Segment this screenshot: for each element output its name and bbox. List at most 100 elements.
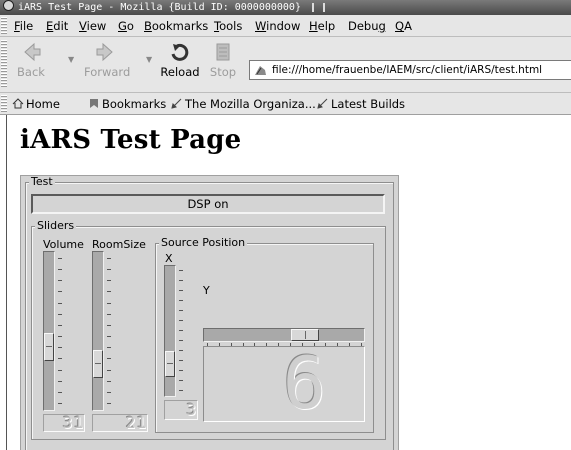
x-slider-tick bbox=[179, 310, 183, 311]
menu-go-label-part: o bbox=[126, 19, 134, 33]
volume-slider[interactable] bbox=[43, 251, 55, 411]
menu-file[interactable]: File bbox=[14, 19, 33, 33]
roomsize-slider-tick bbox=[107, 280, 111, 281]
bookmarks-button[interactable]: Bookmarks bbox=[88, 97, 166, 111]
bookmark-mozilla-org-label: The Mozilla Organiza... bbox=[185, 97, 316, 111]
menu-bookmarks[interactable]: Bookmarks bbox=[144, 19, 208, 33]
x-slider-tick bbox=[179, 350, 183, 351]
menu-bookmarks-label-part: ookmarks bbox=[151, 19, 209, 33]
forward-button[interactable]: Forward bbox=[84, 41, 130, 79]
roomsize-slider-tick bbox=[107, 347, 111, 348]
reload-button[interactable]: Reload bbox=[158, 41, 202, 79]
x-slider-tick bbox=[179, 380, 183, 381]
roomsize-slider-tick bbox=[107, 370, 111, 371]
back-arrow-icon bbox=[20, 41, 42, 63]
x-slider-tick bbox=[179, 370, 183, 371]
menu-help[interactable]: Help bbox=[309, 19, 335, 33]
navigation-toolbar: Back ▼ Forward ▼ Reload Stop file:///hom… bbox=[0, 37, 571, 93]
bookmark-latest-builds-label: Latest Builds bbox=[331, 97, 406, 111]
titlebar-decoration-icon bbox=[312, 3, 325, 12]
menu-tools[interactable]: Tools bbox=[214, 19, 242, 33]
volume-slider-tick bbox=[58, 280, 62, 281]
volume-slider-tick bbox=[58, 303, 62, 304]
forward-arrow-icon bbox=[95, 41, 117, 63]
bookmark-link-icon bbox=[171, 98, 183, 109]
y-position-slider-thumb[interactable] bbox=[291, 329, 319, 341]
menu-go-label-part: G bbox=[118, 19, 127, 33]
url-field[interactable]: file:///home/frauenbe/IAEM/src/client/iA… bbox=[249, 60, 571, 80]
x-label: X bbox=[165, 252, 173, 265]
home-button[interactable]: Home bbox=[12, 97, 60, 111]
window-menu-icon[interactable] bbox=[3, 0, 14, 11]
menubar-grip-icon[interactable] bbox=[1, 17, 7, 35]
menu-edit-label-part: dit bbox=[53, 19, 69, 33]
volume-slider-tick bbox=[58, 347, 62, 348]
bookmark-latest-builds[interactable]: Latest Builds bbox=[317, 97, 405, 111]
roomsize-slider-tick bbox=[107, 314, 111, 315]
menu-view-label-part: V bbox=[79, 19, 87, 33]
x-position-slider-thumb[interactable] bbox=[165, 351, 175, 377]
stop-icon bbox=[212, 41, 234, 63]
y-label: Y bbox=[203, 284, 210, 297]
stop-button[interactable]: Stop bbox=[201, 41, 245, 79]
bookmarks-icon bbox=[88, 98, 100, 109]
page-title: iARS Test Page bbox=[20, 125, 242, 155]
x-slider-tick bbox=[179, 290, 183, 291]
dsp-toggle-button[interactable]: DSP on bbox=[31, 194, 385, 214]
roomsize-slider[interactable] bbox=[92, 251, 104, 411]
persbar-grip-icon[interactable] bbox=[1, 95, 7, 113]
x-position-slider[interactable] bbox=[164, 265, 176, 397]
source-position-legend: Source Position bbox=[159, 236, 248, 249]
menu-debug[interactable]: Debug bbox=[348, 19, 386, 33]
volume-slider-tick bbox=[58, 392, 62, 393]
menu-window[interactable]: Window bbox=[255, 19, 300, 33]
menu-qa[interactable]: QA bbox=[395, 19, 412, 33]
roomsize-slider-tick bbox=[107, 381, 111, 382]
menu-window-label-part: W bbox=[255, 19, 267, 33]
window-title: iARS Test Page - Mozilla {Build ID: 0000… bbox=[18, 2, 301, 13]
forward-history-dropdown-icon[interactable]: ▼ bbox=[146, 55, 152, 64]
page-proxy-icon[interactable] bbox=[254, 64, 267, 76]
back-button[interactable]: Back bbox=[9, 41, 53, 79]
roomsize-slider-tick bbox=[107, 358, 111, 359]
volume-slider-tick bbox=[58, 258, 62, 259]
y-position-slider[interactable] bbox=[203, 328, 365, 342]
x-slider-tick bbox=[179, 280, 183, 281]
menu-debug-label-part: Debu bbox=[348, 19, 379, 33]
menu-view[interactable]: View bbox=[79, 19, 106, 33]
page-content: iARS Test Page Test DSP on Sliders Volum… bbox=[0, 115, 571, 450]
roomsize-slider-thumb[interactable] bbox=[93, 350, 103, 378]
roomsize-slider-tick bbox=[107, 269, 111, 270]
back-history-dropdown-icon[interactable]: ▼ bbox=[68, 55, 74, 64]
url-text: file:///home/frauenbe/IAEM/src/client/iA… bbox=[272, 64, 543, 76]
sliders-legend: Sliders bbox=[35, 219, 77, 232]
back-label: Back bbox=[17, 65, 45, 79]
home-icon bbox=[12, 98, 24, 109]
volume-slider-tick bbox=[58, 336, 62, 337]
menu-help-label-part: elp bbox=[317, 19, 336, 33]
menu-debug-label-part: g bbox=[378, 19, 386, 33]
menu-qa-label-part: A bbox=[404, 19, 412, 33]
roomsize-slider-tick bbox=[107, 258, 111, 259]
window-titlebar[interactable]: iARS Test Page - Mozilla {Build ID: 0000… bbox=[0, 0, 571, 15]
menu-edit[interactable]: Edit bbox=[46, 19, 68, 33]
personal-toolbar: Home Bookmarks The Mozilla Organiza... L… bbox=[0, 93, 571, 115]
roomsize-slider-tick bbox=[107, 403, 111, 404]
stop-label: Stop bbox=[209, 65, 237, 79]
menu-bookmarks-label-part: B bbox=[144, 19, 152, 33]
volume-slider-tick bbox=[58, 358, 62, 359]
volume-display: 31 bbox=[43, 414, 85, 432]
test-panel: Test DSP on Sliders Volume RoomSize 31 2… bbox=[20, 175, 399, 450]
x-slider-tick bbox=[179, 320, 183, 321]
volume-slider-tick bbox=[58, 381, 62, 382]
bookmarks-label: Bookmarks bbox=[102, 97, 167, 111]
volume-slider-tick bbox=[58, 370, 62, 371]
bookmark-mozilla-org[interactable]: The Mozilla Organiza... bbox=[171, 97, 316, 111]
menu-go[interactable]: Go bbox=[118, 19, 134, 33]
roomsize-display: 21 bbox=[92, 414, 148, 432]
navbar-grip-icon[interactable] bbox=[1, 40, 7, 88]
volume-slider-tick bbox=[58, 269, 62, 270]
roomsize-label: RoomSize bbox=[92, 238, 146, 251]
volume-slider-thumb[interactable] bbox=[44, 333, 54, 361]
roomsize-slider-tick bbox=[107, 392, 111, 393]
